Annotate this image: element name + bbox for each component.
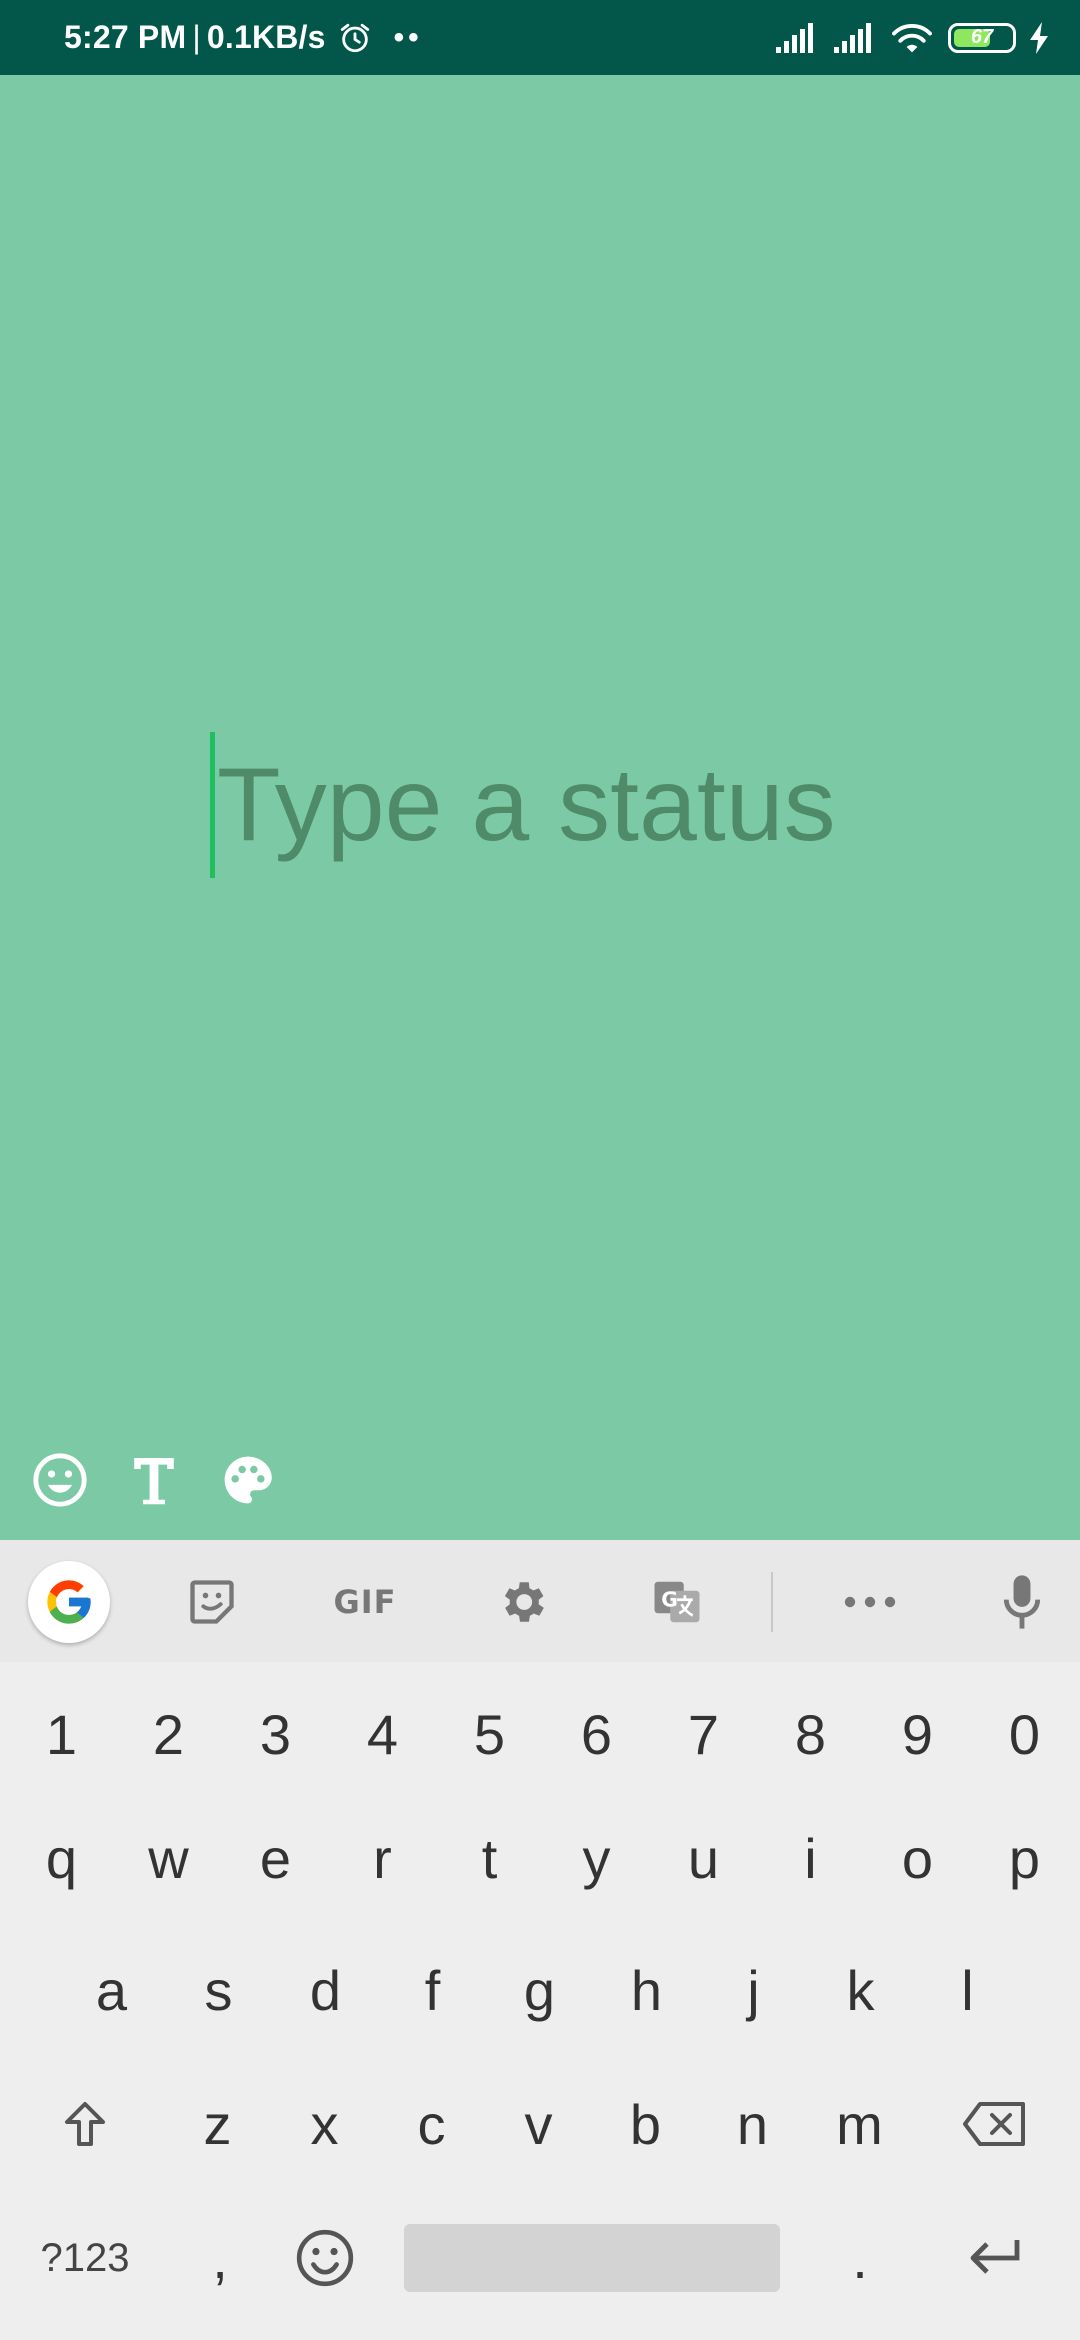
shift-key[interactable] bbox=[40, 2062, 130, 2186]
keyboard-toolbar: GIF G bbox=[0, 1540, 1080, 1662]
key-z[interactable]: z bbox=[164, 2062, 271, 2186]
key-k[interactable]: k bbox=[807, 1928, 914, 2052]
status-separator: | bbox=[192, 19, 201, 55]
signal-icon bbox=[776, 22, 813, 53]
key-9[interactable]: 9 bbox=[864, 1672, 971, 1796]
toolbar-divider bbox=[771, 1572, 773, 1632]
settings-icon bbox=[504, 1582, 544, 1622]
key-v[interactable]: v bbox=[485, 2062, 592, 2186]
wifi-icon bbox=[892, 23, 932, 52]
key-h[interactable]: h bbox=[593, 1928, 700, 2052]
status-time: 5:27 PM bbox=[64, 19, 187, 55]
text-caret bbox=[210, 732, 215, 878]
key-t[interactable]: t bbox=[436, 1796, 543, 1920]
background-color-button[interactable] bbox=[218, 1450, 278, 1510]
key-y[interactable]: y bbox=[543, 1796, 650, 1920]
backspace-icon bbox=[963, 2102, 1025, 2146]
key-4[interactable]: 4 bbox=[329, 1672, 436, 1796]
key-r[interactable]: r bbox=[329, 1796, 436, 1920]
emoji-icon bbox=[296, 2229, 354, 2287]
alarm-icon bbox=[340, 23, 369, 52]
voice-input-button[interactable] bbox=[990, 1570, 1054, 1634]
key-1[interactable]: 1 bbox=[8, 1672, 115, 1796]
enter-icon bbox=[970, 2240, 1020, 2274]
charging-icon bbox=[1030, 21, 1048, 54]
key-a[interactable]: a bbox=[58, 1928, 165, 2052]
translate-icon: G bbox=[654, 1581, 700, 1623]
key-3[interactable]: 3 bbox=[222, 1672, 329, 1796]
keyboard-settings-button[interactable] bbox=[490, 1570, 554, 1634]
key-l[interactable]: l bbox=[914, 1928, 1021, 2052]
backspace-key[interactable] bbox=[945, 2062, 1045, 2186]
key-o[interactable]: o bbox=[864, 1796, 971, 1920]
key-2[interactable]: 2 bbox=[115, 1672, 222, 1796]
key-7[interactable]: 7 bbox=[650, 1672, 757, 1796]
key-m[interactable]: m bbox=[806, 2062, 913, 2186]
key-p[interactable]: p bbox=[971, 1796, 1078, 1920]
key-b[interactable]: b bbox=[592, 2062, 699, 2186]
status-bar-right: 67 bbox=[774, 0, 1050, 75]
key-u[interactable]: u bbox=[650, 1796, 757, 1920]
key-d[interactable]: d bbox=[272, 1928, 379, 2052]
text-style-button[interactable] bbox=[124, 1450, 184, 1510]
battery-indicator: 67 bbox=[948, 22, 1016, 53]
status-composer[interactable]: Type a status bbox=[0, 75, 1080, 1540]
emoji-button[interactable] bbox=[30, 1450, 90, 1510]
key-j[interactable]: j bbox=[700, 1928, 807, 2052]
notification-dots: •• bbox=[393, 20, 423, 54]
key-n[interactable]: n bbox=[699, 2062, 806, 2186]
composer-tools bbox=[30, 1450, 278, 1510]
google-icon bbox=[47, 1580, 91, 1624]
symbols-key[interactable]: ?123 bbox=[20, 2196, 150, 2320]
status-bar: 5:27 PM | 0.1KB/s •• 67 bbox=[0, 0, 1080, 75]
emoji-icon bbox=[33, 1453, 87, 1507]
text-style-icon bbox=[134, 1458, 174, 1505]
signal-icon-2 bbox=[834, 22, 871, 53]
sticker-button[interactable] bbox=[180, 1570, 244, 1634]
status-placeholder: Type a status bbox=[217, 746, 836, 863]
battery-level: 67 bbox=[970, 26, 994, 48]
more-icon bbox=[844, 1596, 896, 1608]
key-c[interactable]: c bbox=[378, 2062, 485, 2186]
key-0[interactable]: 0 bbox=[971, 1672, 1078, 1796]
translate-button[interactable]: G bbox=[645, 1570, 709, 1634]
status-text-input[interactable]: Type a status bbox=[210, 730, 836, 880]
shift-icon bbox=[65, 2102, 105, 2146]
key-s[interactable]: s bbox=[165, 1928, 272, 2052]
period-key[interactable]: . bbox=[820, 2196, 900, 2320]
key-f[interactable]: f bbox=[379, 1928, 486, 2052]
comma-key[interactable]: , bbox=[180, 2196, 260, 2320]
key-e[interactable]: e bbox=[222, 1796, 329, 1920]
more-options-button[interactable] bbox=[838, 1570, 902, 1634]
mic-icon bbox=[1003, 1575, 1041, 1629]
key-i[interactable]: i bbox=[757, 1796, 864, 1920]
space-bar[interactable] bbox=[404, 2224, 780, 2292]
key-x[interactable]: x bbox=[271, 2062, 378, 2186]
key-5[interactable]: 5 bbox=[436, 1672, 543, 1796]
key-8[interactable]: 8 bbox=[757, 1672, 864, 1796]
gif-label: GIF bbox=[333, 1583, 397, 1621]
key-q[interactable]: q bbox=[8, 1796, 115, 1920]
palette-icon bbox=[224, 1456, 272, 1504]
key-w[interactable]: w bbox=[115, 1796, 222, 1920]
google-search-button[interactable] bbox=[28, 1561, 110, 1643]
sticker-icon bbox=[190, 1580, 234, 1624]
status-bar-left: 5:27 PM | 0.1KB/s •• bbox=[64, 0, 423, 75]
key-6[interactable]: 6 bbox=[543, 1672, 650, 1796]
status-network-speed: 0.1KB/s bbox=[206, 19, 326, 55]
gif-button[interactable]: GIF bbox=[320, 1570, 410, 1634]
emoji-keyboard-key[interactable] bbox=[280, 2196, 370, 2320]
key-g[interactable]: g bbox=[486, 1928, 593, 2052]
enter-key[interactable] bbox=[945, 2196, 1045, 2320]
svg-text:G: G bbox=[661, 1588, 678, 1612]
